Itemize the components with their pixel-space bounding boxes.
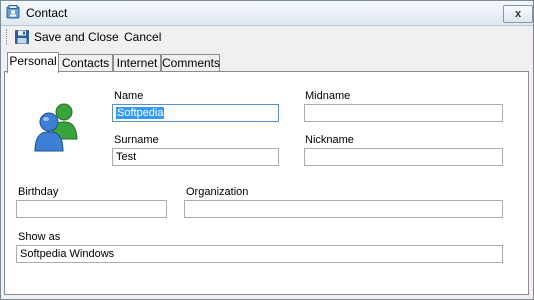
tab-internet[interactable]: Internet xyxy=(113,54,161,72)
cancel-label: Cancel xyxy=(124,30,162,44)
save-and-close-label: Save and Close xyxy=(34,30,119,44)
toolbar-grip[interactable] xyxy=(6,29,9,45)
save-and-close-button[interactable]: Save and Close xyxy=(14,28,119,46)
name-value: Softpedia xyxy=(116,107,165,119)
toolbar: Save and Close Cancel xyxy=(1,26,533,48)
surname-field[interactable]: Test xyxy=(112,148,279,166)
show-as-field[interactable]: Softpedia Windows xyxy=(16,245,503,263)
birthday-field[interactable] xyxy=(16,200,167,218)
tab-comments-label: Comments xyxy=(162,56,221,70)
contact-window-icon xyxy=(6,5,20,19)
tab-contacts-label: Contacts xyxy=(61,56,110,70)
show-as-value: Softpedia Windows xyxy=(20,248,115,260)
window-title: Contact xyxy=(26,6,68,20)
name-field[interactable]: Softpedia xyxy=(112,104,279,122)
surname-label: Surname xyxy=(114,134,159,146)
organization-label: Organization xyxy=(186,186,249,198)
title-bar: Contact x xyxy=(1,1,533,26)
show-as-label: Show as xyxy=(18,231,61,243)
nickname-field[interactable] xyxy=(304,148,503,166)
tab-personal[interactable]: Personal xyxy=(7,52,59,73)
tab-contacts[interactable]: Contacts xyxy=(58,54,113,72)
tab-internet-label: Internet xyxy=(116,56,158,70)
close-button[interactable]: x xyxy=(503,5,533,23)
users-icon xyxy=(34,103,78,152)
midname-field[interactable] xyxy=(304,104,503,122)
cancel-button[interactable]: Cancel xyxy=(124,28,161,46)
midname-label: Midname xyxy=(305,90,351,102)
surname-value: Test xyxy=(116,151,137,163)
floppy-disk-icon xyxy=(15,30,29,44)
name-label: Name xyxy=(114,90,144,102)
organization-field[interactable] xyxy=(184,200,503,218)
tab-personal-label: Personal xyxy=(9,54,57,68)
close-icon: x xyxy=(514,8,522,20)
contact-window: Contact x Save and Close Cancel Personal… xyxy=(0,0,534,300)
nickname-label: Nickname xyxy=(305,134,354,146)
birthday-label: Birthday xyxy=(18,186,59,198)
tab-comments[interactable]: Comments xyxy=(161,54,220,72)
